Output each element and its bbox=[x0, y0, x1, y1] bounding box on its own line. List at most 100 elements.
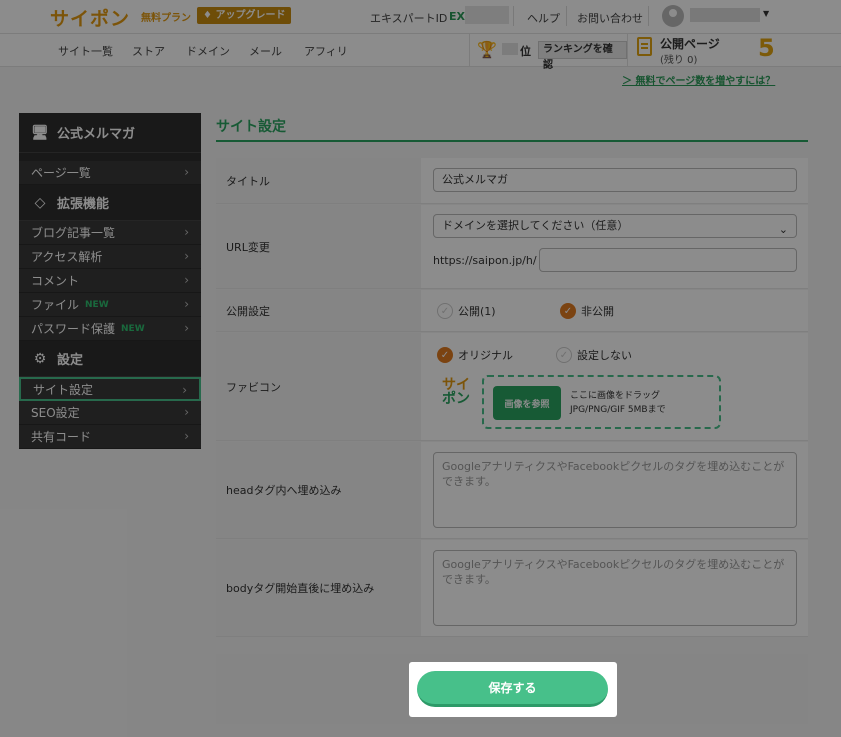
nav-mail[interactable]: メール bbox=[249, 43, 282, 59]
avatar[interactable] bbox=[662, 5, 684, 27]
sidebar-item-label: SEO設定 bbox=[31, 406, 80, 420]
browse-image-button[interactable]: 画像を参照 bbox=[493, 386, 561, 420]
check-icon: ✓ bbox=[437, 303, 453, 319]
radio-label: 設定しない bbox=[577, 349, 632, 362]
rank-masked bbox=[502, 43, 518, 55]
head-embed-textarea[interactable]: GoogleアナリティクスやFacebookピクセルのタグを埋め込むことができま… bbox=[433, 452, 797, 528]
sidebar-heading-label: 設定 bbox=[57, 353, 84, 368]
sidebar-item-label: パスワード保護 bbox=[31, 322, 116, 336]
chevron-right-icon: › bbox=[184, 273, 189, 287]
chevron-right-icon: › bbox=[184, 429, 189, 443]
saipon-logo[interactable]: サイポン bbox=[50, 4, 130, 31]
help-link[interactable]: ヘルプ bbox=[527, 10, 560, 26]
url-slug-input[interactable] bbox=[539, 248, 797, 272]
title-input[interactable]: 公式メルマガ bbox=[433, 168, 797, 192]
sidebar-item-files[interactable]: ファイル NEW › bbox=[19, 293, 201, 317]
chevron-right-icon: › bbox=[184, 405, 189, 419]
publish-radio-private[interactable]: ✓ 非公開 bbox=[560, 303, 614, 319]
new-badge: NEW bbox=[85, 299, 109, 310]
sidebar-item-analytics[interactable]: アクセス解析 › bbox=[19, 245, 201, 269]
chevron-right-icon: › bbox=[184, 165, 189, 179]
check-icon: ✓ bbox=[437, 347, 453, 363]
radio-label: 公開(1) bbox=[458, 305, 496, 318]
sidebar-item-password[interactable]: パスワード保護 NEW › bbox=[19, 317, 201, 341]
nav-affiliate[interactable]: アフィリ bbox=[304, 43, 348, 59]
head-embed-row: headタグ内へ埋め込み GoogleアナリティクスやFacebookピクセルの… bbox=[216, 442, 808, 539]
nav-site-list[interactable]: サイト一覧 bbox=[58, 43, 113, 59]
favicon-label: ファビコン bbox=[216, 333, 421, 440]
sidebar-site-heading[interactable]: 🖥 公式メルマガ bbox=[19, 113, 201, 153]
url-label: URL変更 bbox=[216, 205, 421, 288]
sidebar-item-label: サイト設定 bbox=[33, 382, 94, 397]
diamond-icon: ♦ bbox=[203, 10, 212, 21]
sidebar-site-name: 公式メルマガ bbox=[57, 127, 136, 142]
title-label: タイトル bbox=[216, 158, 421, 203]
username-masked[interactable] bbox=[690, 8, 760, 22]
plan-label: 無料プラン bbox=[141, 13, 191, 24]
favicon-logo-top: サイ bbox=[442, 377, 470, 393]
publish-label: 公開設定 bbox=[216, 290, 421, 331]
dropzone-hint-line: JPG/PNG/GIF 5MBまで bbox=[570, 405, 666, 415]
sidebar-item-label: アクセス解析 bbox=[31, 250, 103, 264]
check-icon: ✓ bbox=[560, 303, 576, 319]
sidebar-item-page-list[interactable]: ページ一覧 › bbox=[19, 161, 201, 185]
save-button[interactable]: 保存する bbox=[417, 671, 608, 707]
public-pages-label: 公開ページ bbox=[660, 37, 720, 51]
increase-pages-link[interactable]: ＞ 無料でページ数を増やすには？ bbox=[622, 72, 775, 87]
sidebar-item-blog[interactable]: ブログ記事一覧 › bbox=[19, 221, 201, 245]
url-prefix: https://saipon.jp/h/ bbox=[433, 254, 537, 267]
divider bbox=[566, 6, 567, 26]
publish-radio-public[interactable]: ✓ 公開(1) bbox=[437, 303, 496, 319]
top-header: サイポン 無料プラン ♦ アップグレード エキスパートID EX ヘルプ お問い… bbox=[0, 0, 841, 34]
trophy-icon: 🏆 bbox=[477, 40, 497, 59]
expert-id-prefix: EX bbox=[449, 10, 465, 23]
chevron-right-icon: › bbox=[184, 225, 189, 239]
sidebar-item-label: ブログ記事一覧 bbox=[31, 226, 116, 240]
expert-id-label: エキスパートID bbox=[370, 12, 448, 25]
sidebar-item-label: ページ一覧 bbox=[31, 166, 91, 180]
sidebar-heading-label: 拡張機能 bbox=[57, 197, 110, 212]
sidebar-item-label: コメント bbox=[31, 274, 80, 288]
page-title: サイト設定 bbox=[216, 119, 286, 135]
public-pages-count: 5 bbox=[758, 34, 775, 62]
contact-link[interactable]: お問い合わせ bbox=[577, 10, 643, 26]
chevron-right-icon: › bbox=[182, 383, 187, 397]
sidebar-item-comments[interactable]: コメント › bbox=[19, 269, 201, 293]
public-pages-remaining: (残り 0) bbox=[660, 55, 698, 66]
gear-icon: ⚙ bbox=[33, 350, 47, 367]
upgrade-label: アップグレード bbox=[215, 10, 286, 21]
ranking-button[interactable]: ランキングを確認 bbox=[538, 41, 627, 71]
sidebar-item-site-settings[interactable]: サイト設定 › bbox=[19, 377, 201, 401]
sidebar-extensions-heading: ◇ 拡張機能 bbox=[19, 185, 201, 221]
favicon-logo-bottom: ポン bbox=[442, 391, 470, 407]
favicon-preview: サイ ポン bbox=[441, 378, 471, 406]
nav-domain[interactable]: ドメイン bbox=[186, 43, 230, 59]
sidebar-settings-heading: ⚙ 設定 bbox=[19, 341, 201, 377]
dropzone-hint: ここに画像をドラッグ JPG/PNG/GIF 5MBまで bbox=[570, 389, 666, 417]
new-badge: NEW bbox=[121, 323, 145, 334]
favicon-radio-original[interactable]: ✓ オリジナル bbox=[437, 347, 513, 363]
chevron-right-icon: › bbox=[184, 249, 189, 263]
domain-select[interactable]: ドメインを選択してください（任意） ⌄ bbox=[433, 214, 797, 238]
favicon-dropzone[interactable]: 画像を参照 ここに画像をドラッグ JPG/PNG/GIF 5MBまで bbox=[482, 375, 721, 429]
document-icon bbox=[637, 37, 652, 56]
sidebar-item-seo[interactable]: SEO設定 › bbox=[19, 401, 201, 425]
favicon-row: ファビコン ✓ オリジナル ✓ 設定しない サイ ポン 画像を参照 ここに画像をドラッ… bbox=[216, 333, 808, 441]
diamond-icon: ◇ bbox=[34, 194, 46, 211]
sidebar-item-shared-code[interactable]: 共有コード › bbox=[19, 425, 201, 449]
title-row: タイトル 公式メルマガ bbox=[216, 158, 808, 204]
radio-label: オリジナル bbox=[458, 349, 513, 362]
rank-unit: 位 bbox=[520, 45, 531, 58]
chevron-down-icon: ⌄ bbox=[778, 223, 788, 236]
radio-label: 非公開 bbox=[581, 305, 614, 318]
divider bbox=[513, 6, 514, 26]
nav-store[interactable]: ストア bbox=[132, 43, 165, 59]
caret-down-icon[interactable]: ▼ bbox=[763, 9, 769, 18]
expert-id-masked bbox=[465, 6, 509, 24]
body-embed-label: bodyタグ開始直後に埋め込み bbox=[216, 540, 421, 636]
divider bbox=[648, 6, 649, 26]
body-embed-textarea[interactable]: GoogleアナリティクスやFacebookピクセルのタグを埋め込むことができま… bbox=[433, 550, 797, 626]
upgrade-button[interactable]: ♦ アップグレード bbox=[197, 7, 292, 24]
ranking-box: 🏆 位 ランキングを確認 bbox=[469, 34, 628, 71]
favicon-radio-none[interactable]: ✓ 設定しない bbox=[556, 347, 632, 363]
